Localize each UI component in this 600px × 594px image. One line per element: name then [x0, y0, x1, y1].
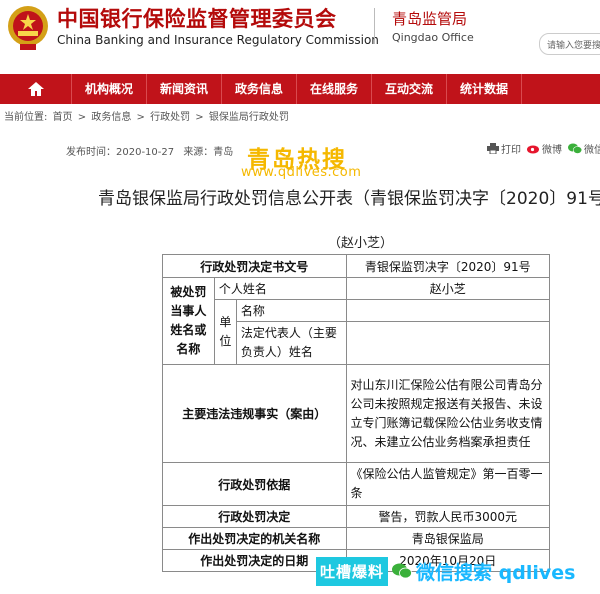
table-value: 青银保监罚决字〔2020〕91号: [345, 254, 551, 278]
article-meta: 发布时间：2020-10-27 来源：青岛: [66, 143, 239, 158]
breadcrumb: 当前位置: 首页 > 政务信息 > 行政处罚 > 银保监局行政处罚: [4, 108, 291, 123]
table-row: 单位 名称: [163, 299, 551, 365]
table-label: 主要违法违规事实（案由）: [162, 364, 347, 463]
header-divider: [374, 8, 375, 44]
breadcrumb-item-home[interactable]: 首页: [53, 112, 73, 123]
table-value: 对山东川汇保险公估有限公司青岛分公司未按照规定报送有关报告、未设立专门账簿记载保…: [345, 364, 551, 463]
home-icon: [27, 82, 44, 96]
table-value: [345, 321, 551, 365]
nav-item-gov-info[interactable]: 政务信息: [222, 74, 297, 104]
table-value: [345, 299, 551, 322]
penalty-info-table: 行政处罚决定书文号 青银保监罚决字〔2020〕91号 被处罚当事人姓名或名称 个…: [162, 254, 551, 572]
table-label: 行政处罚依据: [162, 462, 347, 506]
table-row: 作出处罚决定的机关名称 青岛银保监局: [162, 527, 551, 550]
table-label: 被处罚当事人姓名或名称: [162, 277, 215, 365]
table-label: 法定代表人（主要负责人）姓名: [235, 321, 347, 365]
breadcrumb-separator: >: [77, 112, 87, 123]
site-header: 中国银行保险监督管理委员会 China Banking and Insuranc…: [0, 0, 600, 74]
table-value: 《保险公估人监管规定》第一百零一条: [345, 462, 551, 506]
person-name-heading: （赵小芝）: [328, 236, 394, 251]
table-label: 作出处罚决定的机关名称: [162, 527, 347, 550]
watermark-search-text: 微信搜索 qdlives: [416, 561, 576, 584]
search-input[interactable]: 请输入您要搜: [539, 33, 600, 55]
table-row: 行政处罚决定 警告，罚款人民币3000元: [162, 505, 551, 528]
table-value: 赵小芝: [345, 277, 551, 300]
breadcrumb-prefix: 当前位置:: [4, 112, 48, 123]
breadcrumb-item-bureau-penalty[interactable]: 银保监局行政处罚: [209, 112, 289, 123]
nav-item-interaction[interactable]: 互动交流: [372, 74, 447, 104]
share-bar: 打印 微博 微信: [487, 141, 600, 156]
bottom-watermark: 吐槽爆料 微信搜索 qdlives: [316, 556, 575, 586]
page-title: 青岛银保监局行政处罚信息公开表（青银保监罚决字〔2020〕91号）: [98, 189, 600, 209]
nav-home[interactable]: [0, 74, 72, 104]
weibo-icon[interactable]: [527, 143, 540, 154]
table-row: 主要违法违规事实（案由） 对山东川汇保险公估有限公司青岛分公司未按照规定报送有关…: [162, 364, 551, 463]
table-row: 行政处罚决定书文号 青银保监罚决字〔2020〕91号: [162, 254, 551, 278]
table-value: 警告，罚款人民币3000元: [345, 505, 551, 528]
article-source: 来源：青岛: [183, 147, 234, 158]
branch-name-cn: 青岛监管局: [392, 10, 468, 28]
nav-item-news[interactable]: 新闻资讯: [147, 74, 222, 104]
table-label: 行政处罚决定: [162, 505, 347, 528]
nav-item-about[interactable]: 机构概况: [72, 74, 147, 104]
national-emblem-icon: [8, 6, 48, 50]
site-title-cn: 中国银行保险监督管理委员会: [57, 7, 337, 31]
table-row: 行政处罚依据 《保险公估人监管规定》第一百零一条: [162, 462, 551, 506]
branch-name-en: Qingdao Office: [392, 31, 474, 44]
breadcrumb-item-gov-info[interactable]: 政务信息: [91, 112, 131, 123]
table-label: 名称: [235, 299, 347, 322]
weibo-link[interactable]: 微博: [542, 141, 562, 156]
publish-date: 发布时间：2020-10-27: [66, 147, 175, 158]
breadcrumb-separator: >: [195, 112, 204, 123]
wechat-icon: [392, 563, 412, 579]
breadcrumb-item-penalty[interactable]: 行政处罚: [150, 112, 190, 123]
watermark-tip-label: 吐槽爆料: [316, 556, 389, 586]
nav-item-statistics[interactable]: 统计数据: [447, 74, 522, 104]
table-value: 青岛银保监局: [345, 527, 551, 550]
table-label: 个人姓名: [213, 277, 347, 300]
main-nav: 机构概况 新闻资讯 政务信息 在线服务 互动交流 统计数据: [0, 74, 600, 104]
wechat-icon[interactable]: [568, 143, 582, 154]
breadcrumb-separator: >: [136, 112, 145, 123]
table-label: 单位: [213, 299, 237, 365]
print-icon[interactable]: [487, 143, 499, 154]
table-label: 行政处罚决定书文号: [162, 254, 347, 278]
watermark-url: www.qdlives.com: [241, 165, 362, 180]
site-title-en: China Banking and Insurance Regulatory C…: [57, 33, 379, 47]
print-link[interactable]: 打印: [501, 141, 521, 156]
table-row: 被处罚当事人姓名或名称 个人姓名 赵小芝: [162, 277, 551, 365]
nav-item-online-service[interactable]: 在线服务: [297, 74, 372, 104]
wechat-link[interactable]: 微信: [584, 141, 600, 156]
